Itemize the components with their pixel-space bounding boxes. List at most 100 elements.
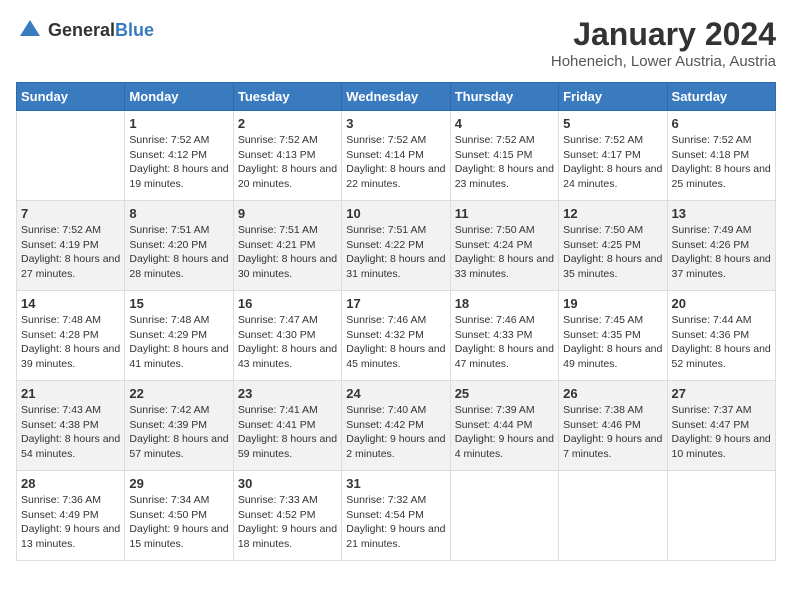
- calendar-cell: 1 Sunrise: 7:52 AMSunset: 4:12 PMDaylight…: [125, 111, 233, 201]
- calendar-cell: 28 Sunrise: 7:36 AMSunset: 4:49 PMDayligh…: [17, 471, 125, 561]
- weekday-header-tuesday: Tuesday: [233, 83, 341, 111]
- calendar-week-row: 21 Sunrise: 7:43 AMSunset: 4:38 PMDayligh…: [17, 381, 776, 471]
- day-info: Sunrise: 7:43 AMSunset: 4:38 PMDaylight:…: [21, 403, 120, 462]
- day-info: Sunrise: 7:32 AMSunset: 4:54 PMDaylight:…: [346, 493, 445, 552]
- day-info: Sunrise: 7:52 AMSunset: 4:12 PMDaylight:…: [129, 133, 228, 192]
- calendar-cell: 24 Sunrise: 7:40 AMSunset: 4:42 PMDayligh…: [342, 381, 450, 471]
- month-title: January 2024: [551, 16, 776, 53]
- day-info: Sunrise: 7:38 AMSunset: 4:46 PMDaylight:…: [563, 403, 662, 462]
- calendar-cell: [667, 471, 775, 561]
- calendar-cell: 5 Sunrise: 7:52 AMSunset: 4:17 PMDaylight…: [559, 111, 667, 201]
- day-info: Sunrise: 7:51 AMSunset: 4:21 PMDaylight:…: [238, 223, 337, 282]
- day-info: Sunrise: 7:41 AMSunset: 4:41 PMDaylight:…: [238, 403, 337, 462]
- calendar-cell: 23 Sunrise: 7:41 AMSunset: 4:41 PMDayligh…: [233, 381, 341, 471]
- day-number: 11: [455, 206, 554, 221]
- day-number: 13: [672, 206, 771, 221]
- day-number: 7: [21, 206, 120, 221]
- day-number: 30: [238, 476, 337, 491]
- day-info: Sunrise: 7:48 AMSunset: 4:29 PMDaylight:…: [129, 313, 228, 372]
- calendar-cell: 22 Sunrise: 7:42 AMSunset: 4:39 PMDayligh…: [125, 381, 233, 471]
- calendar-cell: 30 Sunrise: 7:33 AMSunset: 4:52 PMDayligh…: [233, 471, 341, 561]
- day-number: 9: [238, 206, 337, 221]
- day-info: Sunrise: 7:34 AMSunset: 4:50 PMDaylight:…: [129, 493, 228, 552]
- logo-blue: Blue: [115, 20, 154, 40]
- day-info: Sunrise: 7:52 AMSunset: 4:14 PMDaylight:…: [346, 133, 445, 192]
- calendar-cell: 14 Sunrise: 7:48 AMSunset: 4:28 PMDayligh…: [17, 291, 125, 381]
- calendar-cell: 8 Sunrise: 7:51 AMSunset: 4:20 PMDaylight…: [125, 201, 233, 291]
- day-info: Sunrise: 7:50 AMSunset: 4:24 PMDaylight:…: [455, 223, 554, 282]
- header: GeneralBlue January 2024 Hoheneich, Lowe…: [16, 16, 776, 70]
- calendar-cell: 7 Sunrise: 7:52 AMSunset: 4:19 PMDaylight…: [17, 201, 125, 291]
- day-info: Sunrise: 7:52 AMSunset: 4:19 PMDaylight:…: [21, 223, 120, 282]
- calendar-cell: 17Sunrise: 7:46 AMSunset: 4:32 PMDayligh…: [342, 291, 450, 381]
- day-info: Sunrise: 7:46 AMSunset: 4:33 PMDaylight:…: [455, 313, 554, 372]
- weekday-header-row: SundayMondayTuesdayWednesdayThursdayFrid…: [17, 83, 776, 111]
- weekday-header-thursday: Thursday: [450, 83, 558, 111]
- day-info: Sunrise: 7:52 AMSunset: 4:17 PMDaylight:…: [563, 133, 662, 192]
- day-info: Sunrise: 7:49 AMSunset: 4:26 PMDaylight:…: [672, 223, 771, 282]
- day-info: Sunrise: 7:44 AMSunset: 4:36 PMDaylight:…: [672, 313, 771, 372]
- calendar-cell: 27Sunrise: 7:37 AMSunset: 4:47 PMDayligh…: [667, 381, 775, 471]
- weekday-header-saturday: Saturday: [667, 83, 775, 111]
- logo: GeneralBlue: [16, 16, 154, 44]
- calendar-cell: 2 Sunrise: 7:52 AMSunset: 4:13 PMDaylight…: [233, 111, 341, 201]
- day-number: 14: [21, 296, 120, 311]
- day-number: 25: [455, 386, 554, 401]
- calendar-cell: 29 Sunrise: 7:34 AMSunset: 4:50 PMDayligh…: [125, 471, 233, 561]
- day-info: Sunrise: 7:37 AMSunset: 4:47 PMDaylight:…: [672, 403, 771, 462]
- day-info: Sunrise: 7:42 AMSunset: 4:39 PMDaylight:…: [129, 403, 228, 462]
- calendar-table: SundayMondayTuesdayWednesdayThursdayFrid…: [16, 82, 776, 561]
- day-info: Sunrise: 7:50 AMSunset: 4:25 PMDaylight:…: [563, 223, 662, 282]
- logo-general: General: [48, 20, 115, 40]
- day-info: Sunrise: 7:52 AMSunset: 4:13 PMDaylight:…: [238, 133, 337, 192]
- day-number: 5: [563, 116, 662, 131]
- day-info: Sunrise: 7:46 AMSunset: 4:32 PMDaylight:…: [346, 313, 445, 372]
- day-info: Sunrise: 7:48 AMSunset: 4:28 PMDaylight:…: [21, 313, 120, 372]
- calendar-cell: [17, 111, 125, 201]
- day-number: 26: [563, 386, 662, 401]
- calendar-week-row: 28 Sunrise: 7:36 AMSunset: 4:49 PMDayligh…: [17, 471, 776, 561]
- calendar-cell: 10 Sunrise: 7:51 AMSunset: 4:22 PMDayligh…: [342, 201, 450, 291]
- calendar-week-row: 1 Sunrise: 7:52 AMSunset: 4:12 PMDaylight…: [17, 111, 776, 201]
- day-info: Sunrise: 7:33 AMSunset: 4:52 PMDaylight:…: [238, 493, 337, 552]
- day-info: Sunrise: 7:52 AMSunset: 4:15 PMDaylight:…: [455, 133, 554, 192]
- calendar-cell: 6Sunrise: 7:52 AMSunset: 4:18 PMDaylight…: [667, 111, 775, 201]
- calendar-cell: 20 Sunrise: 7:44 AMSunset: 4:36 PMDayligh…: [667, 291, 775, 381]
- day-info: Sunrise: 7:40 AMSunset: 4:42 PMDaylight:…: [346, 403, 445, 462]
- day-number: 31: [346, 476, 445, 491]
- day-number: 24: [346, 386, 445, 401]
- day-number: 19: [563, 296, 662, 311]
- location-subtitle: Hoheneich, Lower Austria, Austria: [551, 53, 776, 70]
- day-info: Sunrise: 7:36 AMSunset: 4:49 PMDaylight:…: [21, 493, 120, 552]
- day-number: 8: [129, 206, 228, 221]
- calendar-cell: 11 Sunrise: 7:50 AMSunset: 4:24 PMDayligh…: [450, 201, 558, 291]
- calendar-cell: 18Sunrise: 7:46 AMSunset: 4:33 PMDayligh…: [450, 291, 558, 381]
- day-number: 2: [238, 116, 337, 131]
- day-number: 3: [346, 116, 445, 131]
- day-number: 29: [129, 476, 228, 491]
- calendar-cell: 21 Sunrise: 7:43 AMSunset: 4:38 PMDayligh…: [17, 381, 125, 471]
- day-info: Sunrise: 7:51 AMSunset: 4:22 PMDaylight:…: [346, 223, 445, 282]
- day-number: 28: [21, 476, 120, 491]
- day-number: 22: [129, 386, 228, 401]
- calendar-cell: 19Sunrise: 7:45 AMSunset: 4:35 PMDayligh…: [559, 291, 667, 381]
- day-number: 23: [238, 386, 337, 401]
- day-number: 4: [455, 116, 554, 131]
- day-number: 1: [129, 116, 228, 131]
- calendar-cell: 25 Sunrise: 7:39 AMSunset: 4:44 PMDayligh…: [450, 381, 558, 471]
- calendar-cell: 13 Sunrise: 7:49 AMSunset: 4:26 PMDayligh…: [667, 201, 775, 291]
- logo-icon: [16, 16, 44, 44]
- weekday-header-friday: Friday: [559, 83, 667, 111]
- calendar-cell: 12Sunrise: 7:50 AMSunset: 4:25 PMDayligh…: [559, 201, 667, 291]
- day-info: Sunrise: 7:39 AMSunset: 4:44 PMDaylight:…: [455, 403, 554, 462]
- day-number: 20: [672, 296, 771, 311]
- calendar-cell: 3 Sunrise: 7:52 AMSunset: 4:14 PMDaylight…: [342, 111, 450, 201]
- calendar-cell: [450, 471, 558, 561]
- day-info: Sunrise: 7:47 AMSunset: 4:30 PMDaylight:…: [238, 313, 337, 372]
- day-number: 15: [129, 296, 228, 311]
- day-number: 10: [346, 206, 445, 221]
- calendar-week-row: 7 Sunrise: 7:52 AMSunset: 4:19 PMDaylight…: [17, 201, 776, 291]
- weekday-header-monday: Monday: [125, 83, 233, 111]
- day-info: Sunrise: 7:51 AMSunset: 4:20 PMDaylight:…: [129, 223, 228, 282]
- day-number: 21: [21, 386, 120, 401]
